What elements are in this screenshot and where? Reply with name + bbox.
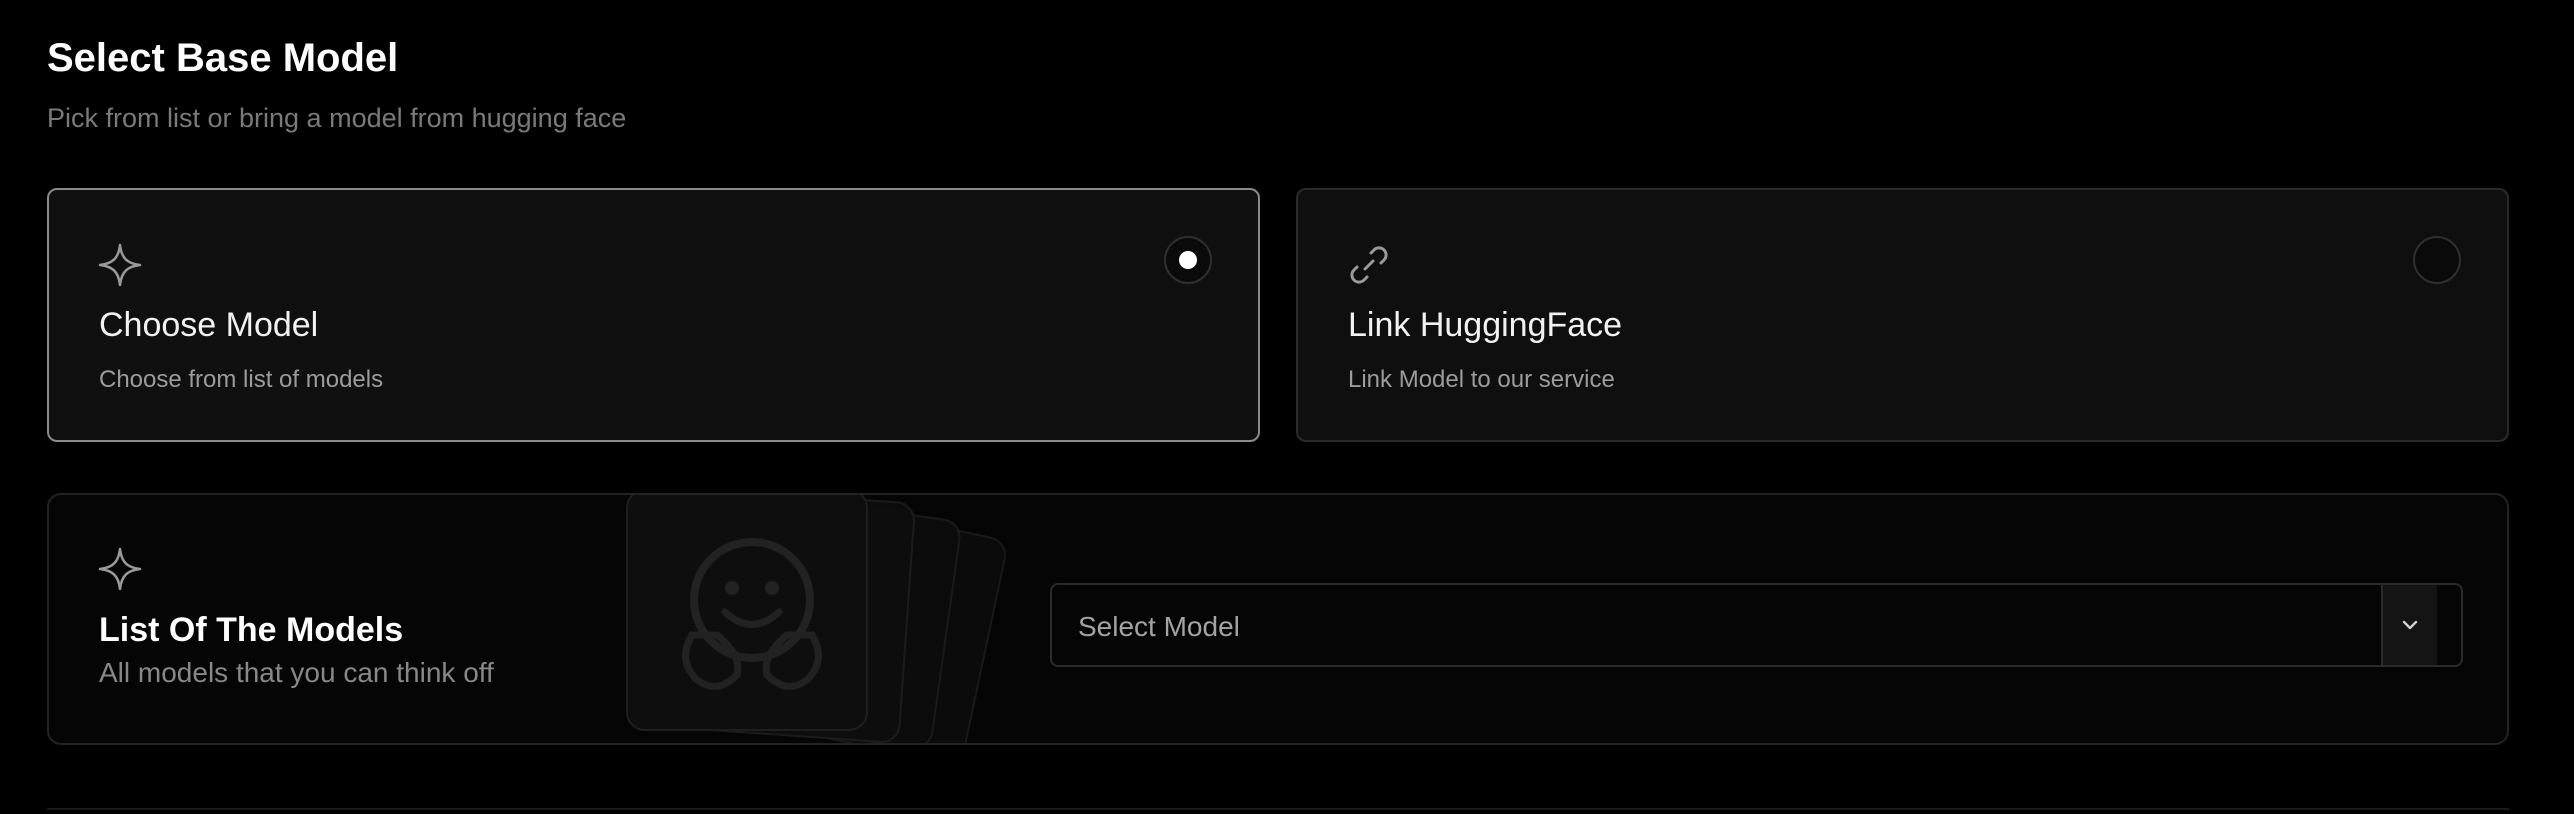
models-list-panel: List Of The Models All models that you c… (47, 493, 2509, 745)
radio-selected-dot (1179, 251, 1197, 269)
option-title: Choose Model (99, 306, 319, 344)
section-divider (47, 808, 2509, 810)
option-card-choose-model[interactable]: Choose Model Choose from list of models (47, 188, 1260, 442)
page-subtitle: Pick from list or bring a model from hug… (47, 103, 627, 133)
sparkle-icon (97, 242, 143, 288)
link-icon (1346, 242, 1392, 288)
hugging-face-logo (577, 495, 1077, 743)
option-card-link-huggingface[interactable]: Link HuggingFace Link Model to our servi… (1296, 188, 2509, 442)
page-title: Select Base Model (47, 36, 399, 80)
model-select[interactable]: Select Model (1050, 583, 2463, 667)
model-select-toggle[interactable] (2381, 585, 2437, 665)
model-select-placeholder: Select Model (1078, 611, 1240, 642)
option-title: Link HuggingFace (1348, 306, 1623, 344)
radio-choose-model[interactable] (1164, 236, 1212, 284)
option-description: Link Model to our service (1348, 366, 1615, 393)
models-list-description: All models that you can think off (99, 657, 494, 688)
chevron-down-icon (2402, 620, 2418, 630)
sparkle-icon (97, 546, 143, 592)
radio-link-huggingface[interactable] (2413, 236, 2461, 284)
models-list-title: List Of The Models (99, 611, 404, 649)
option-description: Choose from list of models (99, 366, 384, 393)
